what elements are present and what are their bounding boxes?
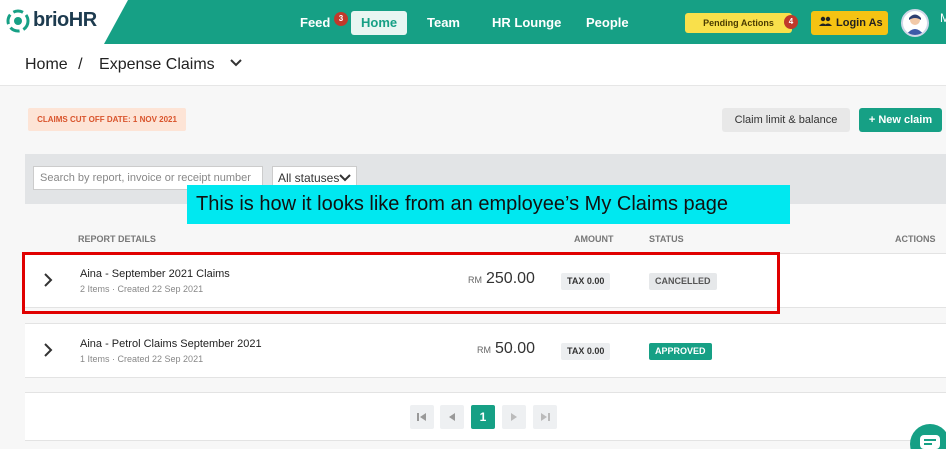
nav-home[interactable]: Home: [351, 11, 408, 35]
breadcrumb: Home / Expense Claims: [25, 56, 243, 74]
nav-hr-lounge-label: HR Lounge: [492, 15, 562, 30]
avatar[interactable]: [901, 9, 929, 37]
users-icon: [819, 16, 832, 26]
last-page-icon: [541, 413, 550, 421]
logo-suffix: HR: [68, 9, 97, 31]
next-page-icon: [511, 413, 517, 421]
nav-team[interactable]: Team: [427, 11, 460, 35]
chevron-right-icon[interactable]: [39, 341, 57, 359]
nav-people-label: People: [586, 15, 629, 30]
breadcrumb-current[interactable]: Expense Claims: [99, 56, 215, 73]
login-as-label: Login As: [836, 17, 883, 29]
claim-limit-button[interactable]: Claim limit & balance: [722, 108, 850, 132]
chevron-down-icon: [339, 174, 351, 182]
top-nav-bar: brioHR Feed 3 Home Team HR Lounge People…: [0, 0, 946, 44]
logo-text: brioHR: [33, 9, 97, 32]
highlight-annotation-box: [22, 252, 780, 314]
claim-amount: RM 50.00: [477, 340, 535, 358]
pending-actions-label: Pending Actions: [703, 18, 774, 28]
breadcrumb-home[interactable]: Home: [25, 56, 68, 73]
logo-name: brio: [33, 9, 69, 31]
chat-widget-button[interactable]: [910, 424, 946, 449]
feed-badge: 3: [334, 12, 348, 26]
nav-team-label: Team: [427, 15, 460, 30]
column-header-status: STATUS: [649, 234, 684, 244]
claim-title: Aina - Petrol Claims September 2021: [80, 338, 262, 350]
column-header-actions: ACTIONS: [895, 234, 936, 244]
nav-feed-label: Feed: [300, 15, 331, 30]
column-header-amount: AMOUNT: [574, 234, 614, 244]
user-avatar-icon: [906, 14, 924, 35]
logo[interactable]: brioHR: [0, 0, 128, 44]
status-filter-value: All statuses: [278, 171, 340, 185]
login-as-button[interactable]: Login As: [811, 11, 888, 35]
prev-page-icon: [449, 413, 455, 421]
breadcrumb-separator: /: [78, 56, 83, 73]
overflow-letter: M: [940, 11, 946, 25]
pending-badge: 4: [784, 15, 798, 29]
nav-hr-lounge[interactable]: HR Lounge: [492, 11, 561, 35]
last-page-button[interactable]: [533, 405, 557, 429]
table-row[interactable]: Aina - Petrol Claims September 2021 1 It…: [25, 323, 946, 378]
tax-badge: TAX 0.00: [561, 343, 611, 360]
column-header-details: REPORT DETAILS: [78, 234, 156, 244]
first-page-button[interactable]: [410, 405, 434, 429]
annotation-callout: This is how it looks like from an employ…: [187, 185, 790, 224]
new-claim-button[interactable]: + New claim: [859, 108, 942, 132]
nav-home-label: Home: [361, 15, 398, 30]
nav-people[interactable]: People: [586, 11, 629, 35]
next-page-button[interactable]: [502, 405, 526, 429]
page-number-button[interactable]: 1: [471, 405, 495, 429]
chevron-down-icon[interactable]: [229, 58, 243, 68]
claim-meta: 1 Items · Created 22 Sep 2021: [80, 354, 204, 364]
status-badge: APPROVED: [649, 343, 712, 360]
brio-logo-icon: [6, 9, 30, 33]
pending-actions-button[interactable]: Pending Actions: [685, 13, 792, 33]
chat-icon: [920, 435, 940, 449]
claims-cutoff-badge: CLAIMS CUT OFF DATE: 1 NOV 2021: [28, 108, 186, 131]
prev-page-button[interactable]: [440, 405, 464, 429]
nav-feed[interactable]: Feed: [300, 11, 330, 35]
currency-label: RM: [477, 345, 491, 355]
amount-value: 50.00: [495, 340, 536, 357]
first-page-icon: [417, 413, 426, 421]
